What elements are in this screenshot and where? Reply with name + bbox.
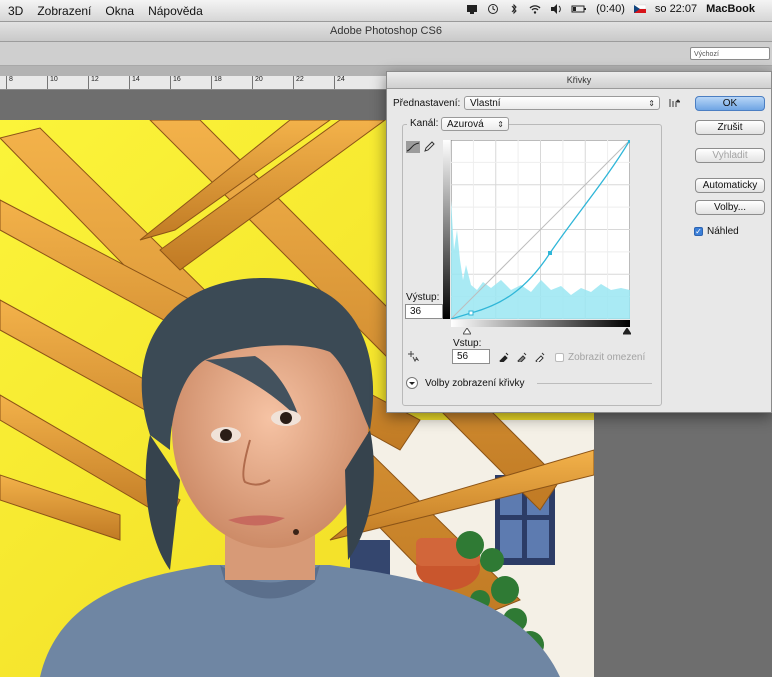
menu-3d[interactable]: 3D — [8, 4, 23, 18]
preset-select[interactable]: Vlastní ⇕ — [464, 96, 660, 110]
output-label: Výstup: — [406, 292, 440, 303]
cancel-button[interactable]: Zrušit — [695, 120, 765, 135]
output-gradient-bar — [443, 140, 450, 319]
select-arrows-icon: ⇕ — [648, 99, 655, 108]
menubar-clock[interactable]: so 22:07 — [655, 3, 697, 15]
display-options-label[interactable]: Volby zobrazení křivky — [425, 378, 525, 389]
show-clipping-label: Zobrazit omezení — [568, 352, 646, 363]
ruler-tick: 16 — [170, 76, 181, 89]
black-eyedropper-icon[interactable] — [499, 351, 510, 362]
preview-checkbox[interactable]: ✓ — [694, 227, 703, 236]
curves-graph[interactable] — [451, 140, 630, 319]
time-machine-icon[interactable] — [487, 3, 499, 15]
preset-options-icon[interactable] — [668, 97, 680, 109]
curve-point[interactable] — [548, 251, 552, 255]
divider — [537, 383, 652, 384]
ruler-tick: 10 — [47, 76, 58, 89]
menu-help[interactable]: Nápověda — [148, 4, 203, 18]
input-label: Vstup: — [453, 338, 482, 349]
options-button[interactable]: Volby... — [695, 200, 765, 215]
output-field[interactable]: 36 — [405, 304, 443, 319]
input-field[interactable]: 56 — [452, 349, 490, 364]
workspace-select[interactable]: Výchozí — [690, 47, 770, 60]
preset-value: Vlastní — [470, 98, 501, 109]
white-point-slider-icon[interactable] — [623, 328, 631, 335]
battery-status: (0:40) — [596, 3, 625, 15]
ruler-tick: 14 — [129, 76, 140, 89]
volume-icon[interactable] — [550, 3, 562, 15]
computer-name[interactable]: MacBook — [706, 3, 755, 15]
ruler-tick: 8 — [6, 76, 13, 89]
gray-eyedropper-icon[interactable] — [517, 351, 528, 362]
black-point-slider-icon[interactable] — [463, 328, 471, 335]
czech-flag-icon[interactable] — [633, 3, 646, 15]
display-icon[interactable] — [466, 3, 478, 15]
pencil-tool-icon[interactable] — [423, 141, 435, 153]
curve-point-selected[interactable] — [468, 310, 474, 316]
horizontal-ruler[interactable]: 8 10 12 14 16 18 20 22 24 — [0, 76, 390, 90]
curves-dialog: Křivky Přednastavení: Vlastní ⇕ OK Zruši… — [386, 71, 772, 413]
app-title-bar: Adobe Photoshop CS6 — [0, 22, 772, 42]
ruler-tick: 20 — [252, 76, 263, 89]
wifi-icon[interactable] — [529, 3, 541, 15]
options-bar: Výchozí — [0, 42, 772, 66]
curve-point-end[interactable] — [628, 140, 630, 143]
preview-label: Náhled — [707, 226, 739, 237]
chevron-down-icon[interactable] — [406, 377, 418, 389]
channel-label: Kanál: — [407, 118, 442, 129]
menu-bar: 3D Zobrazení Okna Nápověda (0:40) so 22:… — [0, 0, 772, 22]
menu-view[interactable]: Zobrazení — [37, 4, 91, 18]
select-arrows-icon: ⇕ — [497, 120, 504, 129]
battery-icon[interactable] — [571, 3, 587, 15]
auto-button[interactable]: Automaticky — [695, 178, 765, 193]
ruler-tick: 12 — [88, 76, 99, 89]
smooth-button[interactable]: Vyhladit — [695, 148, 765, 163]
show-clipping-checkbox[interactable] — [555, 353, 564, 362]
ruler-tick: 24 — [334, 76, 345, 89]
bluetooth-icon[interactable] — [508, 3, 520, 15]
ok-button[interactable]: OK — [695, 96, 765, 111]
ruler-tick: 22 — [293, 76, 304, 89]
channel-select[interactable]: Azurová ⇕ — [441, 117, 509, 131]
white-eyedropper-icon[interactable] — [535, 351, 546, 362]
preset-label: Přednastavení: — [393, 98, 461, 109]
ruler-tick: 18 — [211, 76, 222, 89]
spotlight-icon[interactable] — [764, 3, 768, 15]
curve-point-tool-icon[interactable] — [406, 141, 420, 153]
app-title: Adobe Photoshop CS6 — [330, 25, 442, 37]
dialog-title[interactable]: Křivky — [387, 72, 771, 89]
channel-value: Azurová — [447, 119, 484, 130]
menu-window[interactable]: Okna — [105, 4, 134, 18]
on-image-adjust-tool-icon[interactable] — [407, 350, 419, 362]
input-gradient-bar — [451, 320, 630, 327]
